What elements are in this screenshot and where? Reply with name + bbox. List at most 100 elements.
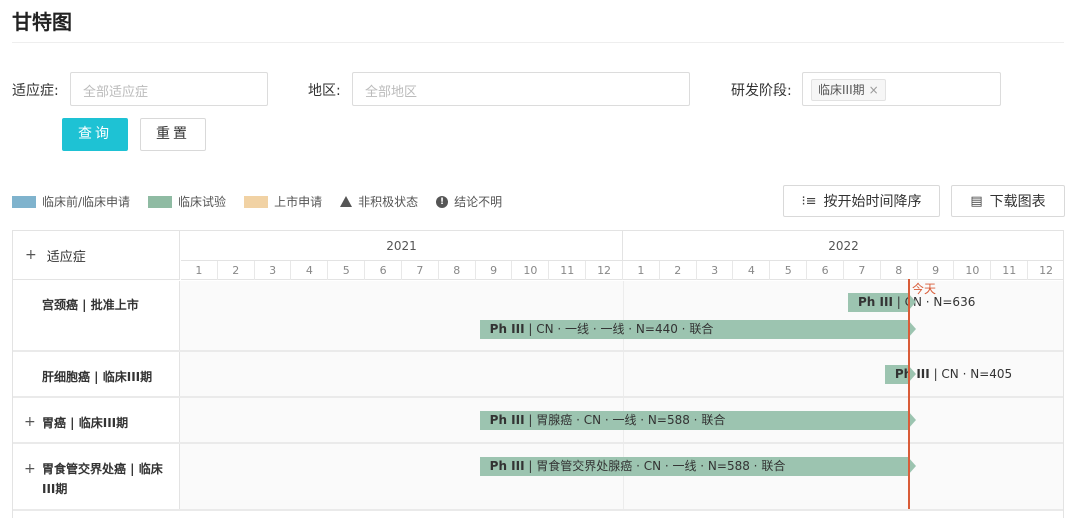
month-cell: 6 xyxy=(365,261,402,280)
gantt-bar[interactable]: Ph III | CN · 一线 · 一线 · N=440 · 联合 xyxy=(479,320,917,339)
legend-item-clinical-trial: 临床试验 xyxy=(148,193,226,210)
legend-label: 临床试验 xyxy=(178,195,227,209)
row-track: Ph III | CN · N=405 xyxy=(181,352,1063,396)
row-label[interactable]: + 胃癌 | 临床III期 xyxy=(13,398,180,442)
month-cell: 12 xyxy=(586,261,623,280)
gantt-row-cervical: 宫颈癌 | 批准上市 Ph III | CN · N=636 Ph III | C… xyxy=(13,281,1063,352)
gantt-header-label: 适应症 xyxy=(46,249,86,265)
bar-text: | CN · 一线 · 一线 · N=440 · 联合 xyxy=(524,322,714,336)
gantt-chart: + 适应症 2021 2022 1 2 3 4 5 6 7 8 9 10 11 12 1 2 3 4 5 6 7 8 9… xyxy=(12,230,1064,518)
sort-button[interactable]: ⁝≡ 按开始时间降序 xyxy=(783,185,940,217)
month-cell: 5 xyxy=(328,261,366,280)
bar-overflow-text: | CN · N=405 xyxy=(929,367,1013,381)
triangle-icon xyxy=(340,196,353,207)
legend-swatch xyxy=(148,195,173,208)
month-cell: 2 xyxy=(660,261,697,280)
region-label: 地区: xyxy=(308,83,341,99)
legend: 临床前/临床申请 临床试验 上市申请 非积极状态 ! 结论不明 xyxy=(12,193,520,210)
month-row: 1 2 3 4 5 6 7 8 9 10 11 12 1 2 3 4 5 6 7 8 9 10 11 12 xyxy=(181,261,1063,280)
expand-icon[interactable]: + xyxy=(24,414,36,430)
gantt-header-indication[interactable]: + 适应症 xyxy=(13,231,180,280)
month-cell: 7 xyxy=(402,261,439,280)
legend-swatch xyxy=(12,195,36,208)
legend-label: 结论不明 xyxy=(454,195,503,209)
month-cell: 10 xyxy=(513,261,550,280)
bar-phase-label: Ph III xyxy=(489,413,525,427)
row-track: Ph III | 胃腺癌 · CN · 一线 · N=588 · 联合 xyxy=(181,398,1063,442)
bar-phase-label: Ph III xyxy=(858,295,893,309)
bar-text: | 胃腺癌 · CN · 一线 · N=588 · 联合 xyxy=(524,413,726,427)
gantt-row-gej: + 胃食管交界处癌 | 临床III期 Ph III | 胃食管交界处腺癌 · C… xyxy=(13,444,1063,511)
month-cell: 8 xyxy=(881,261,918,280)
month-cell: 12 xyxy=(1028,261,1063,280)
year-divider xyxy=(623,281,624,350)
tag-remove-icon[interactable]: × xyxy=(869,83,879,97)
bar-phase-label: Ph III xyxy=(489,322,525,336)
sort-button-label: 按开始时间降序 xyxy=(823,194,922,210)
year-divider xyxy=(623,444,624,509)
bar-overflow-text: · N=636 xyxy=(921,295,976,309)
legend-label: 临床前/临床申请 xyxy=(42,195,131,209)
month-cell: 1 xyxy=(623,261,660,280)
legend-label: 非积极状态 xyxy=(358,195,419,209)
year-row: 2021 2022 xyxy=(181,231,1063,261)
month-cell: 11 xyxy=(991,261,1029,280)
download-button-label: 下载图表 xyxy=(989,194,1046,210)
indication-select[interactable]: 全部适应症 xyxy=(70,72,268,106)
bar-text: | 胃食管交界处腺癌 · CN · 一线 · N=588 · 联合 xyxy=(524,459,786,473)
legend-item-preclinical: 临床前/临床申请 xyxy=(12,193,130,210)
month-cell: 9 xyxy=(918,261,955,280)
expand-all-icon[interactable]: + xyxy=(25,247,37,263)
reset-button[interactable]: 重置 xyxy=(140,118,206,151)
row-label: 肝细胞癌 | 临床III期 xyxy=(13,352,180,396)
row-label: 宫颈癌 | 批准上市 xyxy=(13,281,180,350)
info-icon: ! xyxy=(436,195,449,208)
gantt-bar[interactable]: Ph III | CN · N=405 xyxy=(884,365,1012,384)
row-label-text: 胃癌 | 临床III期 xyxy=(42,416,129,430)
month-cell: 1 xyxy=(181,261,218,280)
month-cell: 3 xyxy=(697,261,734,280)
title-divider xyxy=(12,42,1064,43)
year-divider xyxy=(623,352,624,396)
indication-label: 适应症: xyxy=(12,83,59,99)
today-line xyxy=(908,279,910,509)
query-button[interactable]: 查询 xyxy=(62,118,128,151)
legend-item-inactive: 非积极状态 xyxy=(340,193,418,210)
month-cell: 9 xyxy=(476,261,513,280)
gantt-bar[interactable]: Ph III | 胃食管交界处腺癌 · CN · 一线 · N=588 · 联合 xyxy=(479,457,917,476)
month-cell: 5 xyxy=(770,261,808,280)
row-label-text: 胃食管交界处癌 | 临床III期 xyxy=(42,462,163,496)
legend-item-marketing: 上市申请 xyxy=(244,193,322,210)
year-2022: 2022 xyxy=(623,231,1063,261)
download-button[interactable]: ▤ 下载图表 xyxy=(951,185,1065,217)
page-title: 甘特图 xyxy=(12,10,72,34)
legend-label: 上市申请 xyxy=(274,195,323,209)
phase-tag: 临床III期 × xyxy=(811,79,886,101)
today-label: 今天 xyxy=(912,282,937,296)
year-2021: 2021 xyxy=(181,231,623,261)
gantt-row-hcc: 肝细胞癌 | 临床III期 Ph III | CN · N=405 xyxy=(13,352,1063,398)
region-select[interactable]: 全部地区 xyxy=(352,72,690,106)
month-cell: 3 xyxy=(255,261,292,280)
row-label[interactable]: + 胃食管交界处癌 | 临床III期 xyxy=(13,444,180,509)
document-icon: ▤ xyxy=(970,193,983,209)
month-cell: 2 xyxy=(218,261,255,280)
month-cell: 10 xyxy=(955,261,992,280)
phase-tag-label: 临床III期 xyxy=(818,83,865,97)
phase-select[interactable]: 临床III期 × xyxy=(802,72,1001,106)
legend-item-unclear: ! 结论不明 xyxy=(436,193,502,210)
month-cell: 11 xyxy=(549,261,587,280)
expand-icon[interactable]: + xyxy=(24,459,36,479)
month-cell: 4 xyxy=(734,261,771,280)
gantt-row-gastric: + 胃癌 | 临床III期 Ph III | 胃腺癌 · CN · 一线 · N… xyxy=(13,398,1063,444)
gantt-bar[interactable]: Ph III | 胃腺癌 · CN · 一线 · N=588 · 联合 xyxy=(479,411,917,430)
month-cell: 6 xyxy=(807,261,844,280)
row-track: Ph III | 胃食管交界处腺癌 · CN · 一线 · N=588 · 联合 xyxy=(181,444,1063,509)
gantt-bar[interactable]: Ph III | CN · N=636 xyxy=(848,293,975,312)
bar-phase-label: Ph III xyxy=(489,459,525,473)
sort-icon: ⁝≡ xyxy=(801,193,817,209)
month-cell: 4 xyxy=(292,261,329,280)
phase-label: 研发阶段: xyxy=(731,83,792,99)
month-cell: 7 xyxy=(844,261,881,280)
month-cell: 8 xyxy=(439,261,476,280)
